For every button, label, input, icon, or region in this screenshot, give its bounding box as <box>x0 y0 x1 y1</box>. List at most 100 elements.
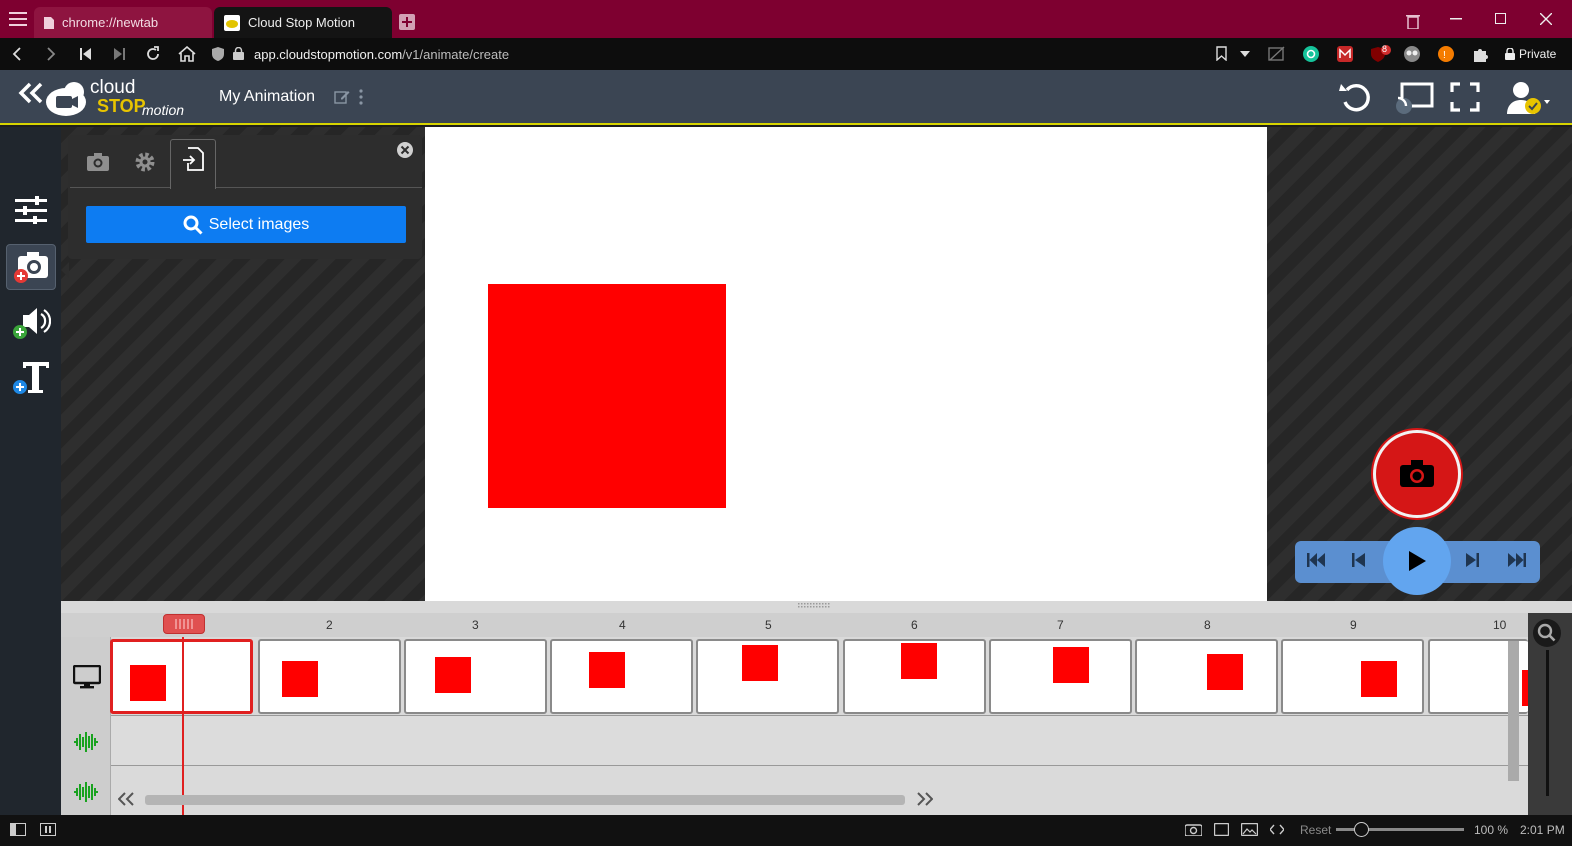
logo[interactable]: cloud STOP motion <box>44 77 184 118</box>
left-toolbar <box>0 127 61 815</box>
import-icon[interactable] <box>182 147 204 171</box>
add-camera-button[interactable] <box>6 244 56 290</box>
canvas-red-square[interactable] <box>488 284 726 508</box>
audio-waveform-icon[interactable] <box>73 732 99 752</box>
shield-icon[interactable] <box>212 47 224 61</box>
tab-label: chrome://newtab <box>62 15 159 30</box>
code-icon[interactable] <box>1270 824 1284 835</box>
timeline-ruler[interactable] <box>61 613 1528 637</box>
timeline-horizontal-scrollbar[interactable] <box>145 795 905 805</box>
frame-thumbnail[interactable] <box>258 639 401 714</box>
settings-sliders-button[interactable] <box>6 187 56 233</box>
scroll-right-icon[interactable] <box>917 792 933 806</box>
frame-number: 5 <box>765 618 772 632</box>
gear-icon[interactable] <box>134 151 156 173</box>
tab-newtab[interactable]: chrome://newtab <box>34 7 212 38</box>
last-frame-icon[interactable] <box>1508 553 1526 567</box>
frame-shape <box>282 661 318 697</box>
maximize-icon[interactable] <box>1495 13 1506 24</box>
select-images-label: Select images <box>208 215 310 233</box>
mail-extension-icon[interactable] <box>1337 46 1353 62</box>
frame-number: 4 <box>619 618 626 632</box>
edit-title-icon[interactable] <box>334 89 350 105</box>
user-account-icon[interactable] <box>1506 80 1552 116</box>
scroll-left-icon[interactable] <box>118 792 134 806</box>
monitor-icon[interactable] <box>73 665 101 689</box>
fullscreen-icon[interactable] <box>1450 82 1480 112</box>
add-audio-button[interactable] <box>6 299 56 345</box>
frame-number: 2 <box>326 618 333 632</box>
audio-track-1[interactable] <box>111 716 1528 765</box>
add-text-button[interactable] <box>6 354 56 400</box>
add-audio-icon <box>13 308 51 339</box>
url-field[interactable]: app.cloudstopmotion.com/v1/animate/creat… <box>254 47 509 62</box>
extensions-puzzle-icon[interactable] <box>1472 46 1488 62</box>
image-icon[interactable] <box>1241 823 1258 836</box>
ublock-icon[interactable]: 8 <box>1370 44 1392 63</box>
frame-shape <box>589 652 625 688</box>
previous-frame-icon[interactable] <box>1352 553 1365 567</box>
first-frame-icon[interactable] <box>1307 553 1325 567</box>
next-frame-icon[interactable] <box>1466 553 1479 567</box>
minimize-icon[interactable] <box>1450 18 1462 20</box>
privacy-extension-icon[interactable] <box>1404 46 1420 62</box>
frame-thumbnail[interactable] <box>550 639 693 714</box>
rewind-icon[interactable] <box>80 48 92 60</box>
private-label: Private <box>1519 47 1557 61</box>
play-icon <box>1409 551 1426 571</box>
play-button[interactable] <box>1383 527 1451 595</box>
camera-icon[interactable] <box>87 152 109 172</box>
frame-number: 10 <box>1493 618 1507 632</box>
forward-icon[interactable] <box>46 47 56 61</box>
panel-pointer-icon <box>61 262 69 278</box>
bookmark-icon[interactable] <box>1216 46 1227 61</box>
frame-thumbnail[interactable] <box>404 639 547 714</box>
cast-icon[interactable] <box>1396 82 1434 114</box>
playhead-handle[interactable] <box>163 614 205 634</box>
frame-thumbnail[interactable] <box>843 639 986 714</box>
frame-thumbnail[interactable] <box>1281 639 1424 714</box>
trash-icon[interactable] <box>1406 13 1420 29</box>
url-path: /v1/animate/create <box>402 47 510 62</box>
close-window-icon[interactable] <box>1540 13 1552 25</box>
grammarly-icon[interactable] <box>1303 46 1319 62</box>
private-indicator[interactable]: Private <box>1505 47 1556 61</box>
audio-track-2[interactable] <box>111 766 1528 815</box>
window-icon[interactable] <box>1214 823 1229 836</box>
sliders-icon <box>15 196 47 224</box>
collapse-sidebar-icon[interactable] <box>17 80 45 106</box>
close-panel-icon[interactable] <box>396 141 414 159</box>
animation-title[interactable]: My Animation <box>219 88 315 106</box>
frame-thumbnail[interactable] <box>1135 639 1278 714</box>
dropdown-icon[interactable] <box>1240 51 1250 57</box>
brave-rewards-icon[interactable]: ! <box>1438 46 1454 62</box>
frame-number: 8 <box>1204 618 1211 632</box>
select-images-button[interactable]: Select images <box>86 206 406 243</box>
sidebar-toggle-icon[interactable] <box>10 823 26 836</box>
new-tab-button[interactable] <box>399 14 415 30</box>
reader-mode-icon[interactable] <box>1268 46 1286 62</box>
timeline-vertical-scrollbar[interactable] <box>1508 641 1519 781</box>
timeline-resize-handle[interactable] <box>798 603 832 609</box>
reset-zoom-link[interactable]: Reset <box>1300 823 1331 837</box>
zoom-slider[interactable] <box>1546 650 1549 796</box>
capture-button[interactable] <box>1373 430 1461 518</box>
reload-icon[interactable] <box>145 46 161 62</box>
frame-thumbnail[interactable] <box>989 639 1132 714</box>
zoom-slider-thumb[interactable] <box>1354 822 1369 837</box>
frame-number: 3 <box>472 618 479 632</box>
screenshot-icon[interactable] <box>1185 823 1202 836</box>
audio-waveform-icon[interactable] <box>73 782 99 802</box>
browser-status-bar: Reset 100 % 2:01 PM <box>0 815 1572 846</box>
page-icon <box>44 16 54 29</box>
frame-thumbnail[interactable] <box>696 639 839 714</box>
tab-cloud-stop-motion[interactable]: Cloud Stop Motion <box>214 7 392 38</box>
zoom-search-icon[interactable] <box>1533 619 1561 647</box>
undo-icon[interactable] <box>1338 80 1372 114</box>
menu-icon[interactable] <box>9 12 27 26</box>
more-options-icon[interactable] <box>358 89 364 105</box>
home-icon[interactable] <box>178 46 196 62</box>
back-icon[interactable] <box>12 47 22 61</box>
fastforward-icon[interactable] <box>113 48 125 60</box>
tab-layout-icon[interactable] <box>40 823 56 836</box>
